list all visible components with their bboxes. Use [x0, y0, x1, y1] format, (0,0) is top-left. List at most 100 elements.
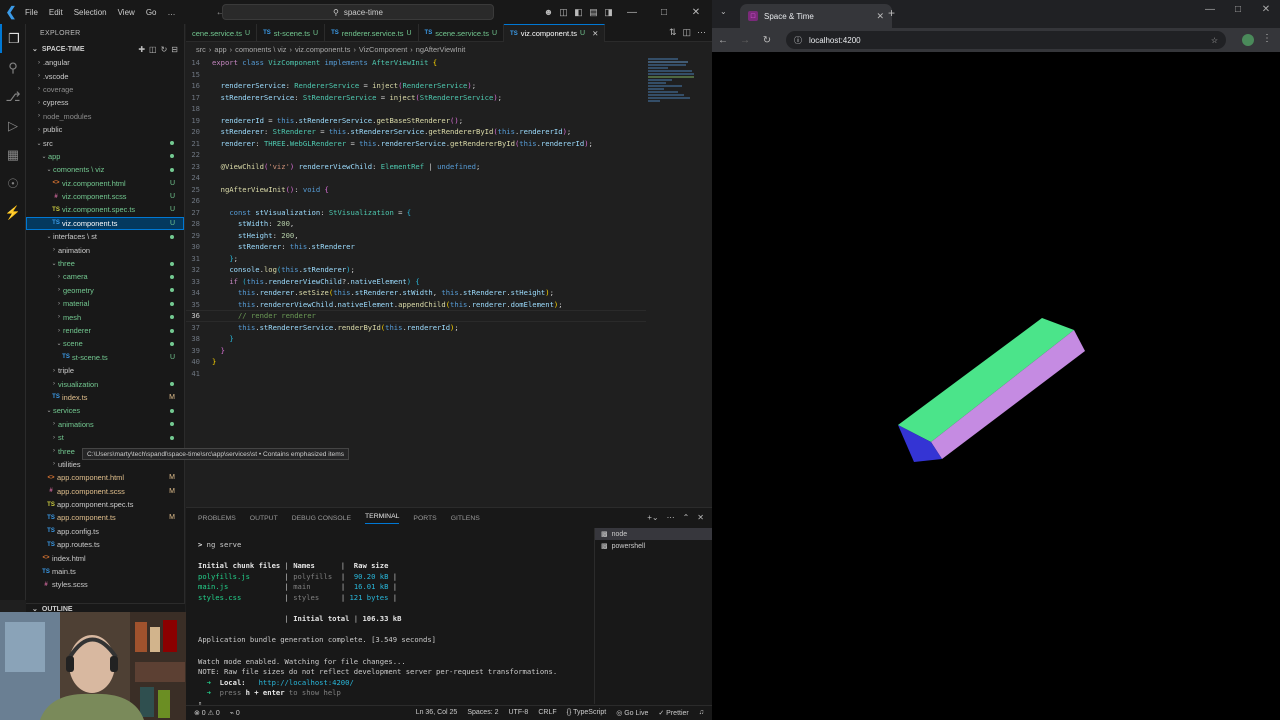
extensions-icon[interactable]: ▦	[0, 140, 26, 169]
breadcrumb-item[interactable]: app	[214, 45, 226, 54]
editor-scrollbar[interactable]	[700, 57, 710, 507]
split-editor-icon[interactable]: ◫	[682, 27, 691, 38]
minimize-icon[interactable]: —	[616, 7, 648, 18]
toggle-panel-icon[interactable]: ▤	[586, 7, 601, 18]
profile-avatar[interactable]	[1242, 34, 1254, 46]
maximize-icon[interactable]: □	[1224, 4, 1252, 15]
more-actions-icon[interactable]: ⋯	[697, 27, 706, 38]
close-tab-icon[interactable]: ✕	[876, 11, 884, 22]
back-icon[interactable]: ←	[712, 35, 734, 46]
new-folder-icon[interactable]: ◫	[149, 45, 157, 54]
panel-tab-terminal[interactable]: TERMINAL	[365, 513, 400, 524]
tree-folder[interactable]: › .angular	[26, 56, 184, 69]
menu-more[interactable]: …	[167, 8, 175, 17]
command-center-search[interactable]: ⚲ space-time	[222, 4, 494, 20]
tree-file[interactable]: # viz.component.scss U	[26, 190, 184, 203]
indentation[interactable]: Spaces: 2	[467, 709, 498, 717]
code-editor[interactable]: 14 export class VizComponent implements A…	[186, 57, 646, 507]
new-tab-icon[interactable]: +	[888, 6, 895, 20]
tree-folder[interactable]: ⌄ three	[26, 257, 184, 270]
editor-tab[interactable]: TS viz.component.ts U ✕	[504, 24, 606, 42]
tree-folder[interactable]: › mesh	[26, 310, 184, 323]
tree-folder[interactable]: › animation	[26, 243, 184, 256]
tree-folder[interactable]: › node_modules	[26, 110, 184, 123]
compare-icon[interactable]: ⇅	[669, 27, 677, 38]
tree-folder[interactable]: ⌄ scene	[26, 337, 184, 350]
close-panel-icon[interactable]: ✕	[697, 513, 704, 522]
bookmark-star-icon[interactable]: ☆	[1211, 36, 1218, 45]
new-terminal-icon[interactable]: +⌄	[647, 513, 658, 522]
tree-file[interactable]: <> app.component.html M	[26, 471, 184, 484]
tree-folder[interactable]: › .vscode	[26, 69, 184, 82]
tree-file[interactable]: TS st-scene.ts U	[26, 351, 184, 364]
bell-icon[interactable]: ♫	[699, 709, 704, 717]
tree-file[interactable]: TS app.component.spec.ts	[26, 498, 184, 511]
menu-selection[interactable]: Selection	[74, 8, 107, 17]
panel-tab-ports[interactable]: PORTS	[413, 515, 436, 522]
tree-folder[interactable]: ⌄ services	[26, 404, 184, 417]
tree-folder[interactable]: › coverage	[26, 83, 184, 96]
tree-folder[interactable]: › renderer	[26, 324, 184, 337]
breadcrumb-item[interactable]: viz.component.ts	[295, 45, 350, 54]
tree-file[interactable]: TS viz.component.spec.ts U	[26, 203, 184, 216]
language-mode[interactable]: {} TypeScript	[567, 709, 607, 717]
tree-file[interactable]: TS main.ts	[26, 565, 184, 578]
tree-file[interactable]: TS index.ts M	[26, 391, 184, 404]
tree-file[interactable]: TS app.routes.ts	[26, 538, 184, 551]
explorer-icon[interactable]: ❐	[0, 24, 26, 53]
close-icon[interactable]: ✕	[680, 7, 712, 18]
breadcrumb-item[interactable]: comonents \ viz	[235, 45, 286, 54]
browser-tab[interactable]: □ Space & Time ✕	[740, 4, 892, 28]
panel-tab-gitlens[interactable]: GITLENS	[451, 515, 480, 522]
tree-folder[interactable]: › triple	[26, 364, 184, 377]
tree-folder[interactable]: › visualization	[26, 377, 184, 390]
tree-file[interactable]: # styles.scss	[26, 578, 184, 591]
tree-folder[interactable]: › camera	[26, 270, 184, 283]
minimap[interactable]	[648, 57, 698, 117]
menu-file[interactable]: File	[25, 8, 38, 17]
close-icon[interactable]: ✕	[1252, 4, 1280, 15]
run-debug-icon[interactable]: ▷	[0, 111, 26, 140]
tree-folder[interactable]: › material	[26, 297, 184, 310]
maximize-panel-icon[interactable]: ⌃	[683, 513, 690, 522]
menu-go[interactable]: Go	[146, 8, 157, 17]
tree-file[interactable]: TS app.config.ts	[26, 525, 184, 538]
terminal-node[interactable]: ▩ node	[595, 528, 712, 540]
tree-folder[interactable]: › public	[26, 123, 184, 136]
browser-menu-icon[interactable]: ⋮	[1262, 33, 1272, 44]
tab-search-icon[interactable]: ⌄	[720, 7, 727, 16]
tree-file[interactable]: TS viz.component.ts U	[26, 216, 184, 231]
editor-tab[interactable]: TS st-scene.ts U	[257, 24, 326, 42]
menu-edit[interactable]: Edit	[49, 8, 63, 17]
panel-tab-debug-console[interactable]: DEBUG CONSOLE	[292, 515, 351, 522]
tree-file[interactable]: TS app.component.ts M	[26, 511, 184, 524]
tree-file[interactable]: # app.component.scss M	[26, 485, 184, 498]
address-bar[interactable]: ⓘ localhost:4200 ☆	[786, 31, 1226, 49]
tree-folder[interactable]: ⌄ interfaces \ st	[26, 230, 184, 243]
more-actions-icon[interactable]: ⋯	[667, 513, 675, 522]
collapse-all-icon[interactable]: ⊟	[171, 45, 178, 54]
forward-icon[interactable]: →	[734, 35, 756, 46]
tree-file[interactable]: <> viz.component.html U	[26, 177, 184, 190]
panel-tab-problems[interactable]: PROBLEMS	[198, 515, 236, 522]
tree-folder[interactable]: ⌄ src	[26, 136, 184, 149]
prettier-status[interactable]: ✓ Prettier	[658, 709, 688, 717]
terminal-output[interactable]: > ng serve Initial chunk files | Names |…	[198, 540, 588, 710]
tree-file[interactable]: <> index.html	[26, 551, 184, 564]
terminal-powershell[interactable]: ▩ powershell	[595, 540, 712, 552]
remote-icon[interactable]: ☉	[0, 169, 26, 198]
tree-folder[interactable]: › st	[26, 431, 184, 444]
search-view-icon[interactable]: ⚲	[0, 53, 26, 82]
breadcrumb-item[interactable]: VizComponent	[359, 45, 407, 54]
editor-tab[interactable]: TS renderer.service.ts U	[325, 24, 419, 42]
toggle-aux-icon[interactable]: ◨	[601, 7, 616, 18]
editor-tab[interactable]: TS scene.service.ts U	[419, 24, 505, 42]
problems-status[interactable]: ⊗ 0 ⚠ 0	[194, 709, 220, 717]
maximize-icon[interactable]: □	[648, 7, 680, 18]
editor-tab[interactable]: cene.service.ts U	[186, 24, 258, 42]
tree-folder[interactable]: ⌄ comonents \ viz	[26, 163, 184, 176]
source-control-icon[interactable]: ⎇	[0, 82, 26, 111]
copilot-icon[interactable]: ☻	[541, 7, 556, 17]
minimize-icon[interactable]: —	[1196, 4, 1224, 15]
gitlens-icon[interactable]: ⚡	[0, 198, 26, 227]
